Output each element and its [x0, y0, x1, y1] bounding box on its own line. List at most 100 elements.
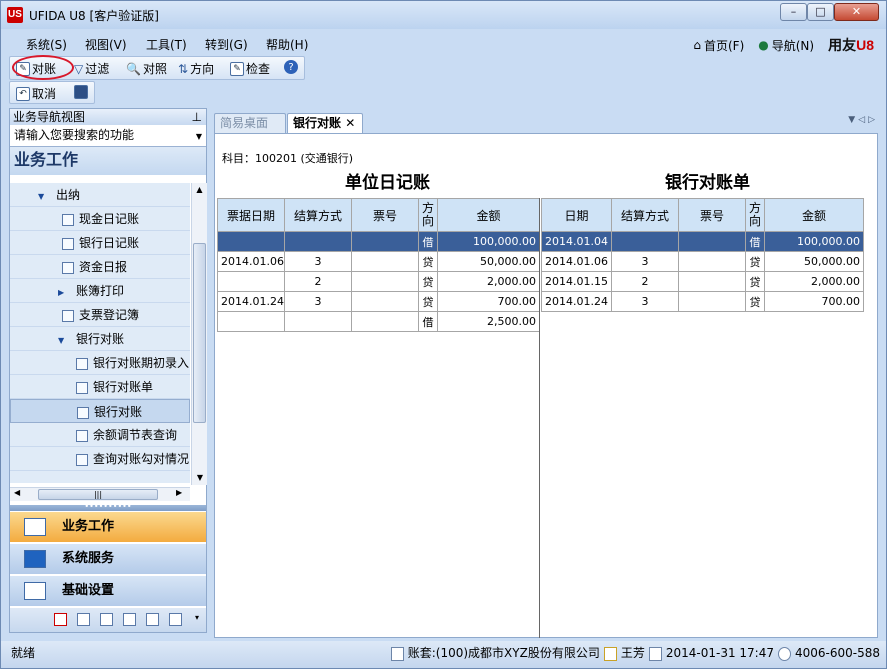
close-button[interactable]: ✕: [834, 3, 879, 21]
direction-button[interactable]: ⇅ 方向: [178, 60, 214, 77]
document-icon: [76, 381, 88, 394]
nav-tree-item[interactable]: ▼ 出纳: [10, 183, 190, 207]
basic-settings-label: 基础设置: [62, 583, 115, 598]
table-header-cell: 金额: [764, 198, 864, 232]
minimize-button[interactable]: –: [780, 3, 807, 21]
globe-icon: ●: [758, 38, 769, 52]
table-row[interactable]: 2014.01.24 3 贷 700.00: [217, 291, 540, 312]
table-row[interactable]: 2014.01.04 借 100,000.00: [541, 231, 864, 252]
nav-tree-item[interactable]: ▼ 银行对账: [10, 327, 190, 351]
table-cell: [217, 311, 285, 332]
table-cell: [678, 291, 746, 312]
nav-header-label: 业务导航视图: [13, 110, 86, 124]
nav-search-input[interactable]: 请输入您要搜索的功能 ▼: [10, 125, 206, 147]
table-row[interactable]: 2 贷 2,000.00: [217, 271, 540, 292]
tab-desktop[interactable]: 简易桌面: [214, 113, 286, 133]
scroll-down-icon[interactable]: ▼: [192, 471, 208, 485]
maximize-button[interactable]: □: [807, 3, 834, 21]
menu-goto[interactable]: 转到(G): [205, 36, 248, 53]
scroll-up-icon[interactable]: ▲: [192, 183, 207, 197]
table-divider: [539, 198, 540, 638]
table-cell: 贷: [745, 291, 765, 312]
tab-navigation[interactable]: ▼◁▷: [848, 115, 878, 125]
grid-icon[interactable]: [100, 613, 113, 626]
expand-arrow-icon: ▼: [38, 192, 45, 201]
table-row[interactable]: 2014.01.06 3 贷 50,000.00: [541, 251, 864, 272]
nav-tree-item[interactable]: 查询对账勾对情况: [10, 447, 190, 471]
calendar-icon: [648, 646, 662, 661]
table-cell: 2014.01.24: [541, 291, 612, 312]
scroll-right-icon[interactable]: ▶: [176, 488, 182, 497]
document-icon: [76, 453, 88, 466]
status-user: 王芳: [620, 646, 645, 660]
nav-vertical-scrollbar[interactable]: ▲ ▼: [191, 183, 207, 485]
table-cell: 贷: [418, 291, 438, 312]
nav-horizontal-scrollbar[interactable]: ◀ ||| ▶: [10, 487, 190, 501]
nav-tree-item[interactable]: ▶ 账簿打印: [10, 279, 190, 303]
nav-tree-item[interactable]: 资金日报: [10, 255, 190, 279]
nav-tree-item[interactable]: 银行对账期初录入: [10, 351, 190, 375]
pin-icon[interactable]: ⊥: [192, 109, 202, 125]
chevron-down-icon[interactable]: ▼: [196, 129, 202, 145]
cancel-button[interactable]: ↶ 取消: [16, 85, 56, 102]
check-button[interactable]: ✎ 检查: [230, 60, 270, 77]
scroll-thumb[interactable]: [193, 243, 206, 423]
navigate-link[interactable]: ● 导航(N): [758, 37, 814, 54]
table-row[interactable]: 2014.01.06 3 贷 50,000.00: [217, 251, 540, 272]
org-chart-icon[interactable]: [123, 613, 136, 626]
system-service-button[interactable]: 系统服务: [10, 544, 206, 574]
table-row[interactable]: 借 100,000.00: [217, 231, 540, 252]
filter-button[interactable]: ▽ 过滤: [74, 60, 109, 77]
business-work-button[interactable]: 业务工作: [10, 512, 206, 542]
document-icon: [62, 261, 74, 274]
cancel-label: 取消: [32, 87, 57, 101]
nav-tree-item[interactable]: 银行对账: [10, 399, 190, 423]
brand-mark: U8: [856, 37, 874, 53]
nav-tree-label: 银行对账: [94, 405, 143, 419]
home-link[interactable]: ⌂ 首页(F): [693, 37, 744, 54]
table-cell: 50,000.00: [437, 251, 540, 272]
bank-statement-table: 日期 结算方式 票号 方向 金额 2014.01.04 借 100,000.00 2014.01…: [541, 198, 864, 312]
tab-bank-reconcile[interactable]: 银行对账 ✕: [287, 113, 363, 133]
menu-help[interactable]: 帮助(H): [266, 36, 308, 53]
menu-view[interactable]: 视图(V): [85, 36, 127, 53]
direction-label: 方向: [190, 62, 215, 76]
nav-tree-item[interactable]: 余额调节表查询: [10, 423, 190, 447]
pen-icon[interactable]: [77, 613, 90, 626]
nav-tree-item[interactable]: 支票登记簿: [10, 303, 190, 327]
table-row[interactable]: 2014.01.15 2 贷 2,000.00: [541, 271, 864, 292]
scroll-left-icon[interactable]: ◀: [14, 488, 20, 497]
nav-tree-label: 银行对账期初录入: [93, 356, 190, 370]
window-title: UFIDA U8 [客户验证版]: [29, 9, 159, 23]
nav-tree-item[interactable]: 现金日记账: [10, 207, 190, 231]
menu-system[interactable]: 系统(S): [26, 36, 67, 53]
report-icon[interactable]: [169, 613, 182, 626]
panel-splitter[interactable]: ••••••••••: [10, 503, 206, 511]
table-cell: [217, 231, 285, 252]
h-scroll-thumb[interactable]: |||: [38, 489, 158, 500]
nav-tree-label: 支票登记簿: [79, 308, 140, 322]
table-row[interactable]: 2014.01.24 3 贷 700.00: [541, 291, 864, 312]
close-tab-icon[interactable]: ✕: [345, 116, 355, 130]
nav-section-title: 业务工作: [10, 147, 206, 175]
help-icon[interactable]: ?: [284, 60, 298, 74]
red-square-icon[interactable]: [54, 613, 67, 626]
table-cell: 100,000.00: [437, 231, 540, 252]
save-button[interactable]: [74, 85, 88, 99]
tree-icon: ⇅: [178, 61, 189, 76]
nav-tree-item[interactable]: 银行对账单: [10, 375, 190, 399]
compare-label: 对照: [142, 62, 167, 76]
table-header-cell: 方向: [418, 198, 438, 232]
table-cell: [284, 231, 352, 252]
brand-text: 用友: [828, 37, 857, 53]
nav-tree-label: 余额调节表查询: [93, 428, 178, 442]
nav-tree-item[interactable]: 银行日记账: [10, 231, 190, 255]
basic-settings-button[interactable]: 基础设置: [10, 576, 206, 606]
windows-icon[interactable]: [146, 613, 159, 626]
table-row[interactable]: 借 2,500.00: [217, 311, 540, 332]
more-icon[interactable]: ▾: [195, 613, 199, 622]
highlight-circle: [12, 55, 74, 80]
compare-button[interactable]: 🔍 对照: [126, 60, 167, 77]
menu-tools[interactable]: 工具(T): [146, 36, 187, 53]
bank-statement-title: 银行对账单: [665, 173, 750, 193]
